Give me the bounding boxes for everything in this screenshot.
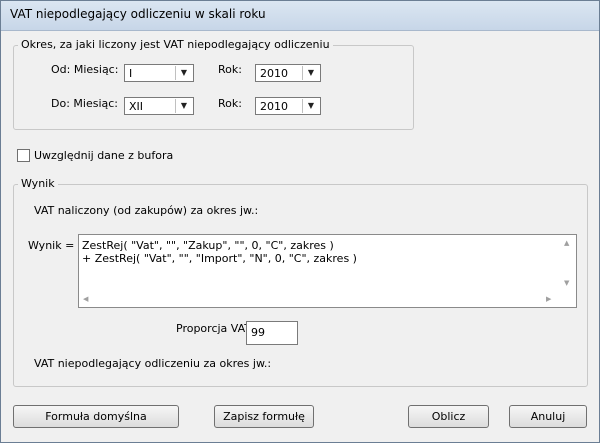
period-group-legend: Okres, za jaki liczony jest VAT niepodle… — [18, 38, 333, 51]
to-month-label: Do: Miesiąc: — [51, 97, 118, 110]
formula-line: ZestRej( "Vat", "", "Zakup", "", 0, "C",… — [82, 239, 334, 252]
buffer-checkbox-label[interactable]: Uwzględnij dane z bufora — [34, 149, 173, 162]
scroll-left-icon[interactable]: ◀ — [83, 295, 88, 303]
to-month-value: XII — [129, 100, 144, 113]
calculate-button[interactable]: Oblicz — [408, 405, 489, 428]
non-deductible-label: VAT niepodlegający odliczeniu za okres j… — [34, 357, 272, 370]
from-month-value: I — [129, 67, 133, 80]
from-year-label: Rok: — [218, 63, 242, 76]
chevron-down-icon[interactable]: ▼ — [302, 99, 319, 113]
vertical-scrollbar[interactable]: ▲ ▼ — [559, 235, 576, 292]
from-month-label: Od: Miesiąc: — [51, 63, 119, 76]
save-formula-button[interactable]: Zapisz formułę — [214, 405, 314, 428]
cancel-button[interactable]: Anuluj — [509, 405, 587, 428]
result-group-legend: Wynik — [18, 177, 58, 190]
chevron-down-icon[interactable]: ▼ — [175, 99, 192, 113]
from-year-select[interactable]: 2010 ▼ — [255, 64, 321, 82]
title-bar: VAT niepodlegający odliczeniu w skali ro… — [1, 1, 599, 31]
to-year-label: Rok: — [218, 97, 242, 110]
formula-line: + ZestRej( "Vat", "", "Import", "N", 0, … — [82, 252, 357, 265]
to-year-value: 2010 — [260, 100, 288, 113]
result-label: Wynik = — [28, 239, 75, 252]
vat-charged-label: VAT naliczony (od zakupów) za okres jw.: — [34, 204, 259, 217]
chevron-down-icon[interactable]: ▼ — [302, 66, 319, 80]
result-group: Wynik VAT naliczony (od zakupów) za okre… — [13, 177, 588, 387]
horizontal-scrollbar[interactable]: ◀ ▶ — [79, 292, 559, 307]
window-title: VAT niepodlegający odliczeniu w skali ro… — [10, 7, 266, 21]
proportion-input[interactable]: 99 — [246, 321, 298, 345]
chevron-down-icon[interactable]: ▼ — [175, 66, 192, 80]
to-year-select[interactable]: 2010 ▼ — [255, 97, 321, 115]
period-group: Okres, za jaki liczony jest VAT niepodle… — [13, 38, 414, 130]
formula-textarea[interactable]: ZestRej( "Vat", "", "Zakup", "", 0, "C",… — [78, 234, 577, 308]
scroll-right-icon[interactable]: ▶ — [546, 295, 551, 303]
proportion-value: 99 — [251, 326, 265, 339]
to-month-select[interactable]: XII ▼ — [124, 97, 194, 115]
scroll-down-icon[interactable]: ▼ — [564, 279, 569, 287]
dialog-window: VAT niepodlegający odliczeniu w skali ro… — [0, 0, 600, 443]
default-formula-button[interactable]: Formuła domyślna — [13, 405, 179, 428]
buffer-checkbox[interactable] — [17, 149, 30, 162]
from-year-value: 2010 — [260, 67, 288, 80]
from-month-select[interactable]: I ▼ — [124, 64, 194, 82]
scroll-up-icon[interactable]: ▲ — [564, 239, 569, 247]
